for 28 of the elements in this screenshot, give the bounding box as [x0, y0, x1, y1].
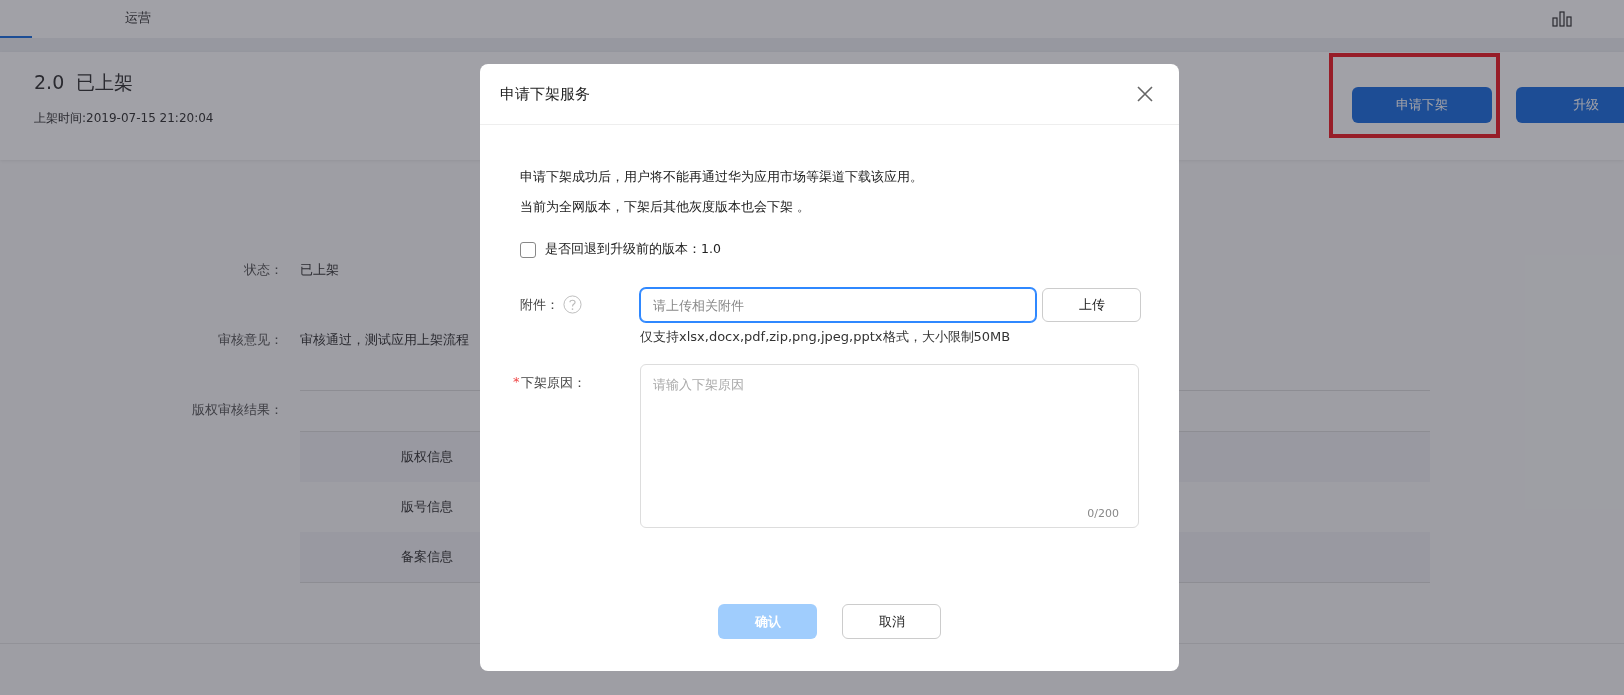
cancel-button[interactable]: 取消 [842, 604, 941, 639]
delist-button[interactable]: 申请下架 [1352, 87, 1492, 123]
field-label: 状态： [243, 261, 283, 279]
char-counter: 0/200 [1087, 507, 1119, 520]
dialog-message: 当前为全网版本，下架后其他灰度版本也会下架 。 [520, 198, 811, 216]
table-row-label: 备案信息 [400, 548, 453, 566]
dialog-message: 申请下架成功后，用户将不能再通过华为应用市场等渠道下载该应用。 [520, 168, 924, 186]
upload-button[interactable]: 上传 [1042, 288, 1141, 322]
reason-label: 下架原因： [520, 374, 586, 392]
upgrade-button[interactable]: 升级 [1516, 87, 1624, 123]
rollback-checkbox[interactable] [520, 241, 536, 258]
format-hint: 仅支持xlsx,docx,pdf,zip,png,jpeg,pptx格式，大小限制50MB [640, 328, 1012, 346]
table-row-label: 版权信息 [400, 448, 453, 466]
field-label: 版权审核结果： [191, 401, 283, 419]
field-value: 已上架 [300, 261, 339, 279]
required-mark: * [513, 374, 520, 389]
checkbox-label: 是否回退到升级前的版本：1.0 [545, 241, 721, 258]
attachment-field[interactable]: 请上传相关附件 [640, 288, 1036, 322]
version-title: 2.0 已上架 [34, 70, 135, 95]
field-label: 审核意见： [217, 331, 283, 349]
nav-tab[interactable]: 运营 [117, 0, 159, 38]
release-time: 上架时间:2019-07-15 21:20:04 [34, 110, 214, 127]
bar-chart-icon[interactable] [1552, 11, 1572, 27]
field-value: 审核通过，测试应用上架流程 [300, 331, 469, 349]
table-row-label: 版号信息 [400, 498, 453, 516]
attachment-label: 附件： [520, 296, 559, 314]
dialog-title: 申请下架服务 [500, 84, 590, 104]
close-icon[interactable] [1137, 86, 1153, 102]
